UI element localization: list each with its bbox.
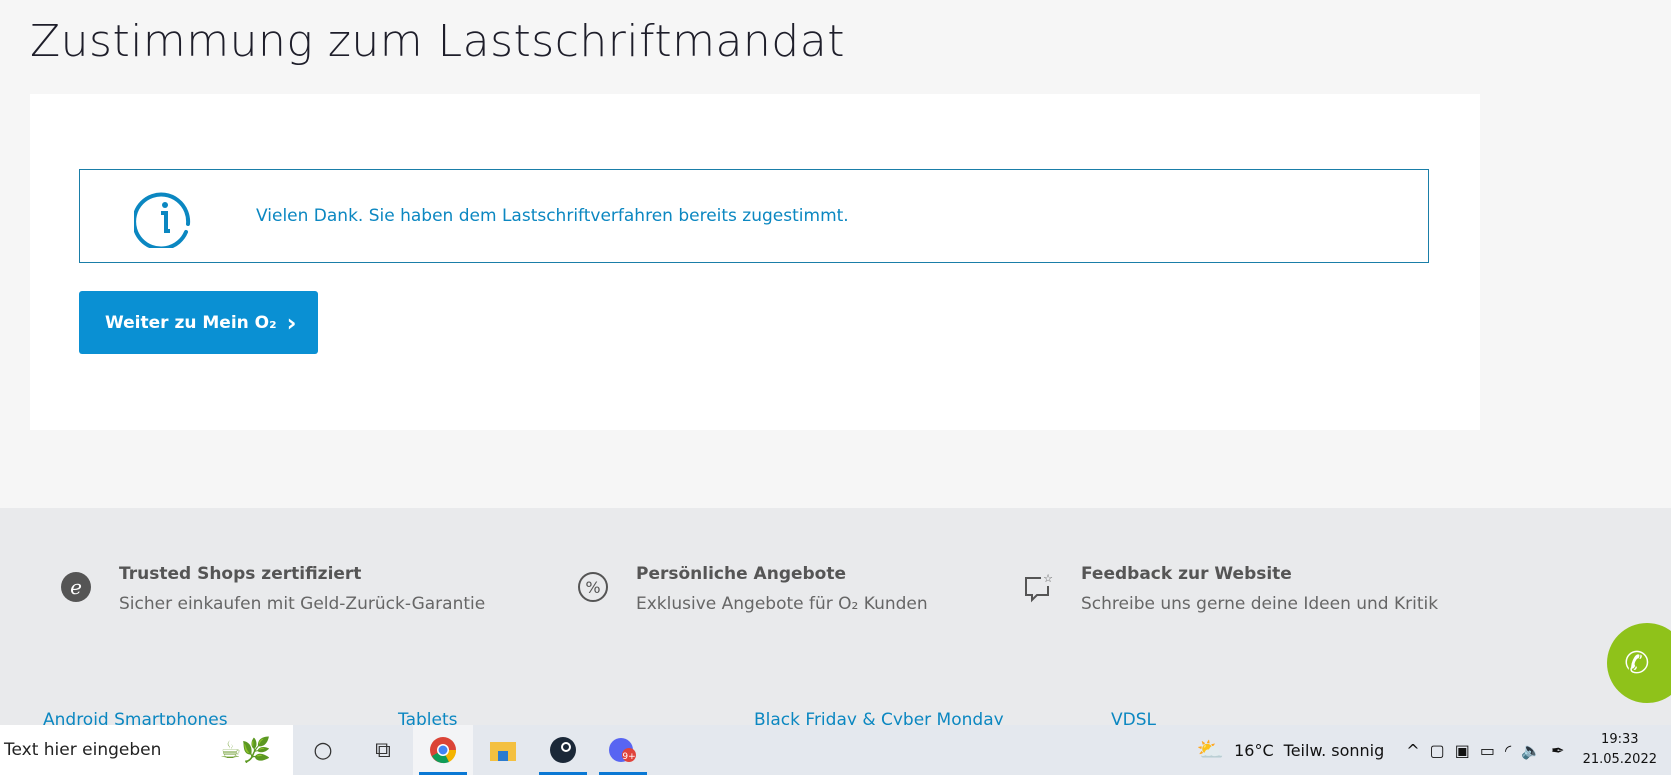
svg-text:e: e: [70, 575, 82, 599]
info-message: Vielen Dank. Sie haben dem Lastschriftve…: [256, 206, 849, 226]
app-tray-icon[interactable]: ▣: [1455, 741, 1470, 760]
trusted-shops-icon: e: [61, 572, 91, 602]
info-box: Vielen Dank. Sie haben dem Lastschriftve…: [79, 169, 1429, 263]
date: 21.05.2022: [1582, 752, 1657, 767]
weather-text[interactable]: Teilw. sonnig: [1284, 741, 1385, 760]
chrome-icon[interactable]: [413, 725, 473, 775]
page-title: Zustimmung zum Lastschriftmandat: [30, 16, 845, 67]
search-highlight-icon: ☕🌿: [219, 736, 271, 764]
search-placeholder: Text hier eingeben: [4, 740, 162, 760]
feature-offers[interactable]: % Persönliche Angebote Exklusive Angebot…: [578, 564, 928, 614]
weather-temp[interactable]: 16°C: [1234, 741, 1274, 760]
battery-icon[interactable]: ▭: [1480, 741, 1495, 760]
steam-icon[interactable]: [533, 725, 593, 775]
feedback-icon: ☆: [1025, 572, 1053, 603]
discord-icon[interactable]: 9+: [593, 725, 653, 775]
feature-subtitle: Sicher einkaufen mit Geld-Zurück-Garanti…: [119, 594, 486, 614]
svg-text:%: %: [585, 578, 600, 597]
pen-icon[interactable]: ✒: [1551, 741, 1564, 760]
task-view-icon[interactable]: ⧉: [353, 725, 413, 775]
chevron-up-icon[interactable]: ^: [1406, 741, 1419, 760]
taskbar-search-input[interactable]: Text hier eingeben ☕🌿: [0, 725, 293, 775]
clock[interactable]: 19:33 21.05.2022: [1583, 730, 1657, 770]
cortana-icon[interactable]: ○: [293, 725, 353, 775]
wifi-icon[interactable]: ◜: [1505, 741, 1511, 760]
feature-subtitle: Schreibe uns gerne deine Ideen und Kriti…: [1081, 594, 1439, 614]
info-icon: [134, 192, 191, 248]
feature-trusted-shops[interactable]: e Trusted Shops zertifiziert Sicher eink…: [61, 564, 486, 614]
system-tray: ⛅ 16°C Teilw. sonnig ^ ▢ ▣ ▭ ◜ 🔈 ✒ 19:33…: [1197, 725, 1671, 775]
content-card: Vielen Dank. Sie haben dem Lastschriftve…: [30, 94, 1480, 430]
feature-title: Trusted Shops zertifiziert: [119, 564, 362, 584]
feature-title: Feedback zur Website: [1081, 564, 1292, 584]
time: 19:33: [1601, 732, 1639, 747]
svg-text:9+: 9+: [622, 752, 635, 762]
weather-icon: ⛅: [1196, 737, 1225, 763]
button-label: Weiter zu Mein O₂: [105, 312, 277, 333]
meet-now-icon[interactable]: ▢: [1430, 741, 1445, 760]
svg-text:☆: ☆: [1043, 572, 1053, 585]
taskbar: Text hier eingeben ☕🌿 ○ ⧉ 9+ ⛅ 16°C Teil…: [0, 725, 1671, 775]
percent-icon: %: [578, 572, 608, 602]
phone-icon: ✆: [1624, 645, 1650, 681]
feature-subtitle: Exklusive Angebote für O₂ Kunden: [636, 594, 928, 614]
feature-feedback[interactable]: ☆ Feedback zur Website Schreibe uns gern…: [1025, 564, 1439, 614]
feature-title: Persönliche Angebote: [636, 564, 847, 584]
file-explorer-icon[interactable]: [473, 725, 533, 775]
volume-icon[interactable]: 🔈: [1521, 741, 1541, 760]
continue-to-my-o2-button[interactable]: Weiter zu Mein O₂ ›: [79, 291, 318, 354]
chevron-right-icon: ›: [286, 308, 297, 337]
